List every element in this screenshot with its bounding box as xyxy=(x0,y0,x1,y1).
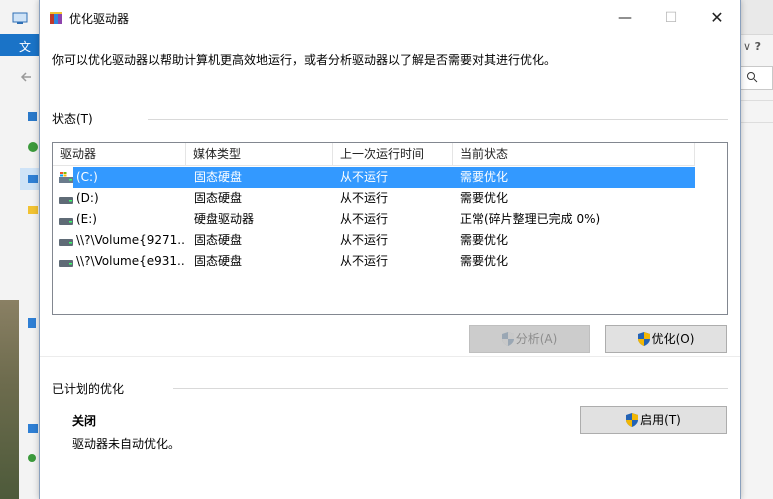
background-folder-icon xyxy=(28,206,38,214)
background-separator xyxy=(739,122,773,137)
column-header-media-type[interactable]: 媒体类型 xyxy=(186,143,333,165)
media-type: 固态硬盘 xyxy=(194,254,243,268)
maximize-button[interactable]: ☐ xyxy=(648,0,694,36)
background-nav-icon xyxy=(28,142,38,152)
last-run-time: 从不运行 xyxy=(340,233,389,247)
column-header-drive[interactable]: 驱动器 xyxy=(53,143,186,165)
background-nav-icon xyxy=(28,112,37,121)
last-run-time: 从不运行 xyxy=(340,170,389,184)
section-divider xyxy=(40,356,740,357)
drive-icon xyxy=(59,218,73,225)
drive-name: (E:) xyxy=(76,212,97,226)
computer-icon xyxy=(12,12,28,24)
drive-name: (C:) xyxy=(76,170,98,184)
close-button[interactable]: ✕ xyxy=(694,0,740,36)
section-divider xyxy=(173,388,728,389)
enable-button-label: 启用(T) xyxy=(640,413,681,427)
minimize-button[interactable]: — xyxy=(602,0,648,36)
background-window-left: 文 xyxy=(0,0,40,499)
drive-icon xyxy=(59,260,73,267)
drive-icon xyxy=(59,239,73,246)
back-arrow-icon[interactable] xyxy=(20,70,34,84)
drive-name: (D:) xyxy=(76,191,99,205)
schedule-state: 关闭 xyxy=(72,414,97,428)
drives-list[interactable]: 驱动器 媒体类型 上一次运行时间 当前状态 (C:) 固态硬盘 从不运行 需要优… xyxy=(52,142,728,315)
defrag-app-icon xyxy=(50,12,62,24)
drive-row[interactable]: (C:) 固态硬盘 从不运行 需要优化 xyxy=(53,167,695,188)
drive-name: \\?\Volume{e931... xyxy=(76,254,184,268)
status-section-label: 状态(T) xyxy=(52,112,93,126)
chevron-down-icon[interactable]: ∨ ? xyxy=(743,40,773,54)
optimize-button-label: 优化(O) xyxy=(651,332,695,346)
optimize-button[interactable]: 优化(O) xyxy=(605,325,727,353)
column-header-current-status[interactable]: 当前状态 xyxy=(453,143,695,165)
window-title: 优化驱动器 xyxy=(69,12,130,26)
media-type: 固态硬盘 xyxy=(194,233,243,247)
current-status: 需要优化 xyxy=(460,191,509,205)
uac-shield-icon xyxy=(501,332,514,346)
background-network-icon xyxy=(28,424,38,433)
drive-row[interactable]: \\?\Volume{e931... 固态硬盘 从不运行 需要优化 xyxy=(53,251,695,272)
uac-shield-icon xyxy=(626,413,639,427)
current-status: 正常(碎片整理已完成 0%) xyxy=(460,212,601,226)
desktop-wallpaper xyxy=(0,300,19,499)
background-menu-label: 文 xyxy=(19,40,32,54)
analyze-button[interactable]: 分析(A) xyxy=(469,325,590,353)
background-window-right: ∨ ? xyxy=(739,0,773,499)
column-header-last-run[interactable]: 上一次运行时间 xyxy=(333,143,453,165)
windows-drive-icon xyxy=(59,172,73,183)
title-bar[interactable]: 优化驱动器 — ☐ ✕ xyxy=(40,0,740,36)
drives-list-header: 驱动器 媒体类型 上一次运行时间 当前状态 xyxy=(53,143,695,166)
background-search-box[interactable] xyxy=(739,66,773,90)
drive-row[interactable]: (E:) 硬盘驱动器 从不运行 正常(碎片整理已完成 0%) xyxy=(53,209,695,230)
drive-row[interactable]: \\?\Volume{9271... 固态硬盘 从不运行 需要优化 xyxy=(53,230,695,251)
last-run-time: 从不运行 xyxy=(340,191,389,205)
last-run-time: 从不运行 xyxy=(340,212,389,226)
background-nav-icon xyxy=(28,454,36,462)
background-nav-icon xyxy=(28,318,36,328)
current-status: 需要优化 xyxy=(460,254,509,268)
enable-schedule-button[interactable]: 启用(T) xyxy=(580,406,727,434)
background-separator xyxy=(739,100,773,115)
scheduled-section-label: 已计划的优化 xyxy=(52,382,125,396)
uac-shield-icon xyxy=(637,332,650,346)
optimize-drives-dialog: 优化驱动器 — ☐ ✕ 你可以优化驱动器以帮助计算机更高效地运行，或者分析驱动器… xyxy=(39,0,741,499)
search-icon xyxy=(747,72,758,83)
background-titlebar xyxy=(739,0,773,35)
dialog-description: 你可以优化驱动器以帮助计算机更高效地运行，或者分析驱动器以了解是否需要对其进行优… xyxy=(52,53,557,67)
media-type: 固态硬盘 xyxy=(194,191,243,205)
last-run-time: 从不运行 xyxy=(340,254,389,268)
background-nav-icon xyxy=(28,175,38,183)
drive-icon xyxy=(59,197,73,204)
section-divider xyxy=(148,119,728,120)
media-type: 硬盘驱动器 xyxy=(194,212,255,226)
current-status: 需要优化 xyxy=(460,233,509,247)
current-status: 需要优化 xyxy=(460,170,509,184)
drive-name: \\?\Volume{9271... xyxy=(76,233,184,247)
media-type: 固态硬盘 xyxy=(194,170,243,184)
schedule-status-text: 驱动器未自动优化。 xyxy=(72,437,181,451)
analyze-button-label: 分析(A) xyxy=(515,332,558,346)
drive-row[interactable]: (D:) 固态硬盘 从不运行 需要优化 xyxy=(53,188,695,209)
